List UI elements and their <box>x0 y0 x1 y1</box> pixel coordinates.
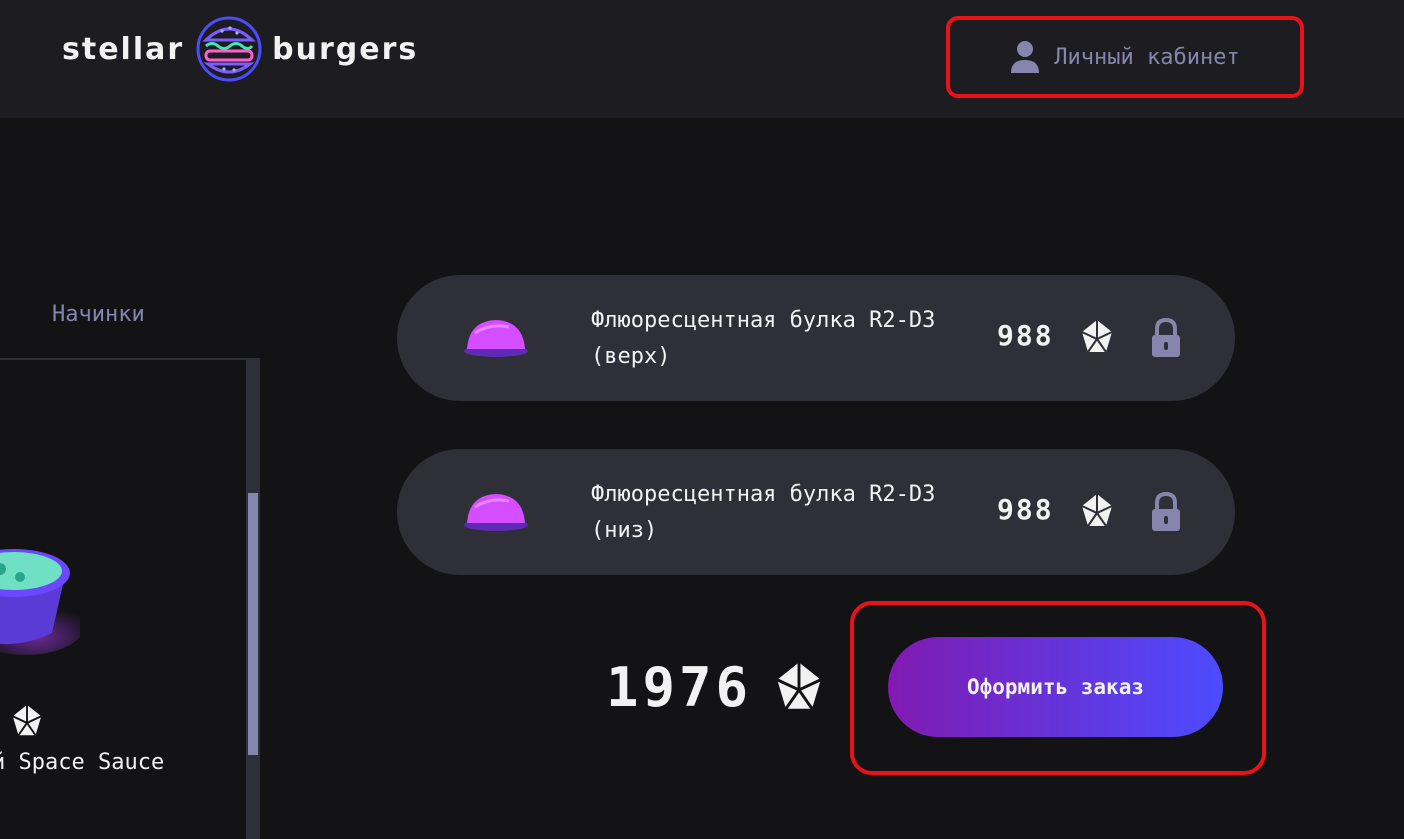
order-total: 1976 <box>606 656 753 719</box>
currency-crystal-icon <box>776 662 822 710</box>
ingredient-name: й Space Sauce <box>0 750 165 775</box>
space-sauce-image[interactable] <box>0 525 80 665</box>
personal-account-label: Личный кабинет <box>1054 44 1240 70</box>
scrollbar-thumb[interactable] <box>248 493 258 755</box>
personal-account-link[interactable]: Личный кабинет <box>946 16 1304 98</box>
tab-fillings[interactable]: Начинки <box>52 302 145 327</box>
app-header: stellar burgers Личный кабинет <box>0 0 1404 118</box>
item-name: Флюоресцентная булка R2-D3 (низ) <box>591 482 936 543</box>
constructor-item-bottom-bun: Флюоресцентная булка R2-D3 (низ) 988 <box>397 449 1235 575</box>
profile-icon <box>1011 41 1040 73</box>
lock-icon <box>1152 317 1180 357</box>
burger-logo-icon <box>196 16 262 82</box>
item-price: 988 <box>997 319 1054 352</box>
currency-crystal-icon <box>12 704 42 736</box>
currency-crystal-icon <box>1081 494 1113 527</box>
place-order-button[interactable]: Оформить заказ <box>888 637 1223 737</box>
bun-image <box>464 494 528 531</box>
logo-text-right: burgers <box>272 31 419 67</box>
constructor-item-top-bun: Флюоресцентная булка R2-D3 (верх) 988 <box>397 275 1235 401</box>
lock-icon <box>1152 491 1180 531</box>
bun-image <box>464 320 528 357</box>
logo[interactable]: stellar burgers <box>62 14 418 84</box>
item-price: 988 <box>997 493 1054 526</box>
currency-crystal-icon <box>1081 320 1113 353</box>
item-name: Флюоресцентная булка R2-D3 (верх) <box>591 308 936 369</box>
logo-text-left: stellar <box>62 31 185 67</box>
